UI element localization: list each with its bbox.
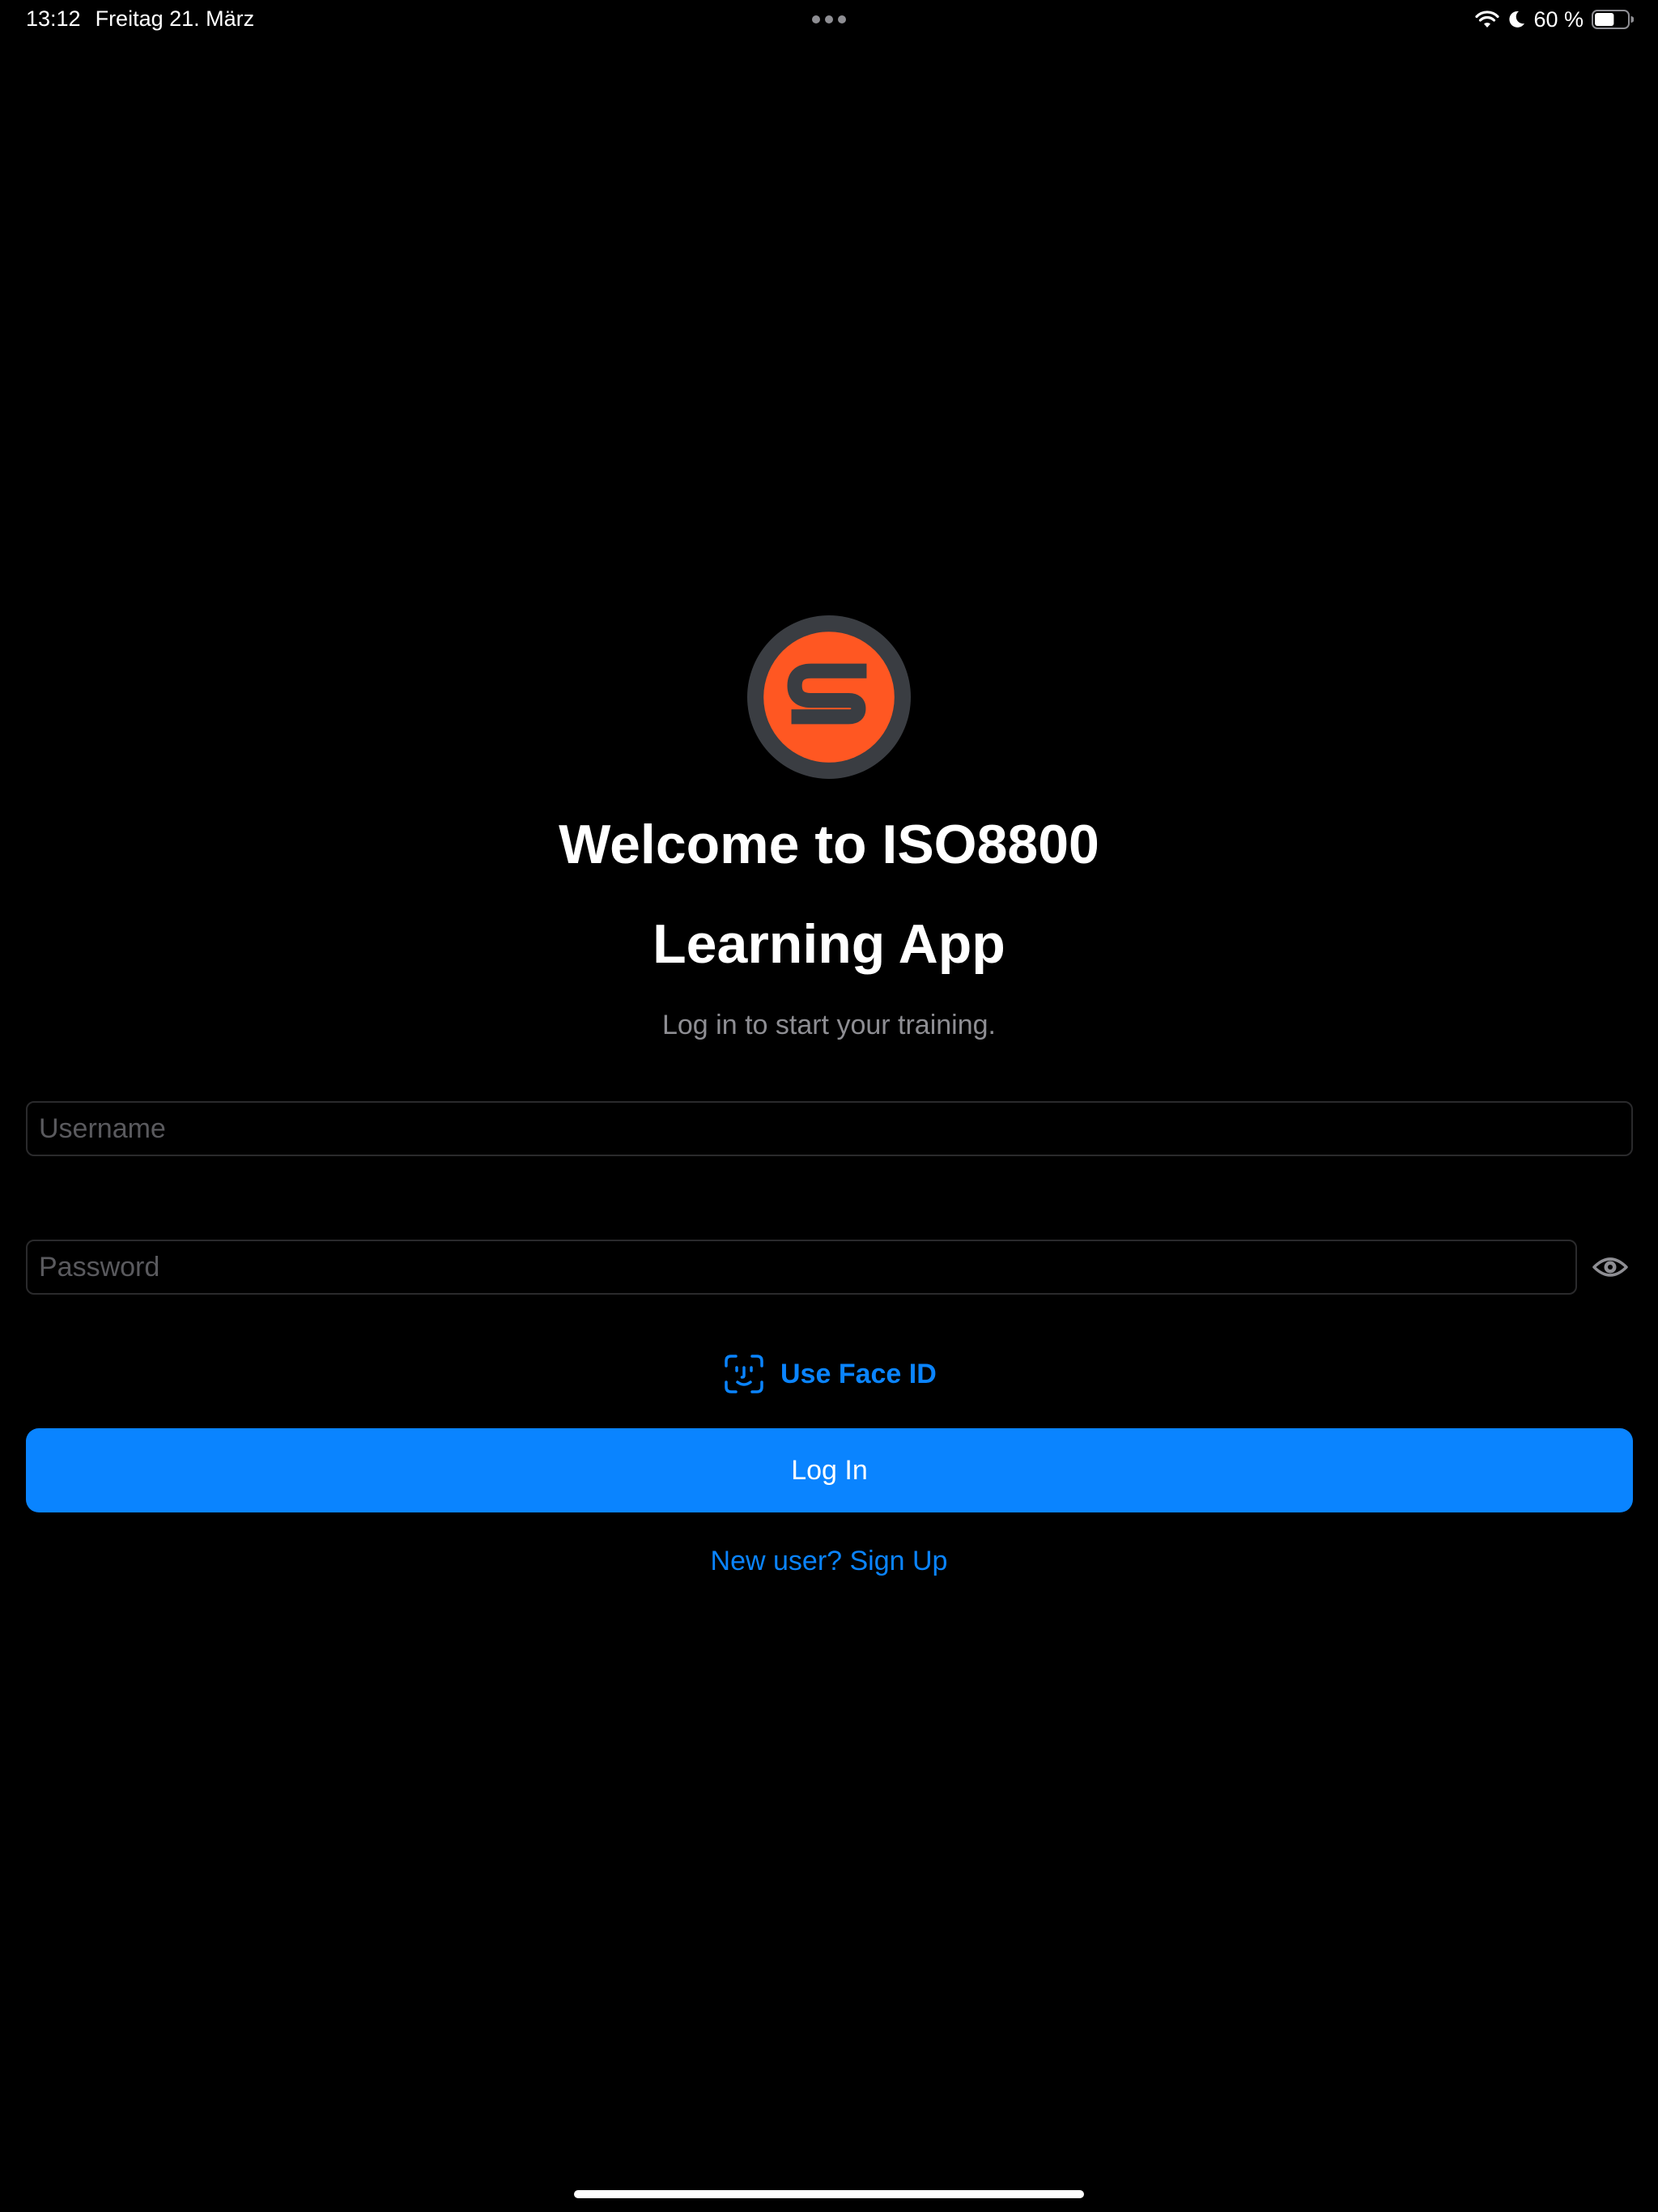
status-left: 13:12 Freitag 21. März — [26, 6, 254, 32]
eye-icon — [1592, 1257, 1628, 1277]
face-id-label: Use Face ID — [780, 1358, 937, 1389]
status-date: Freitag 21. März — [95, 6, 255, 31]
battery-percent: 60 % — [1533, 6, 1584, 32]
battery-icon — [1592, 10, 1634, 29]
username-input[interactable] — [26, 1101, 1633, 1156]
status-right: 60 % — [1475, 6, 1634, 32]
moon-icon — [1509, 11, 1525, 28]
welcome-title-line1: Welcome to ISO8800 — [559, 814, 1099, 875]
password-input[interactable] — [26, 1240, 1577, 1295]
multitasking-dots-icon[interactable] — [811, 15, 847, 24]
status-bar: 13:12 Freitag 21. März 60 % — [0, 0, 1658, 39]
show-password-button[interactable] — [1592, 1252, 1629, 1283]
welcome-title-line2: Learning App — [653, 913, 1005, 975]
wifi-icon — [1475, 11, 1500, 28]
app-logo-icon — [747, 615, 911, 779]
signup-link[interactable]: New user? Sign Up — [0, 1545, 1658, 1577]
face-id-button[interactable]: Use Face ID — [724, 1354, 937, 1394]
face-id-icon — [725, 1355, 763, 1393]
status-time: 13:12 — [26, 6, 81, 31]
login-button[interactable]: Log In — [26, 1428, 1633, 1512]
welcome-subtitle: Log in to start your training. — [661, 1010, 996, 1040]
home-indicator[interactable] — [574, 2190, 1084, 2198]
